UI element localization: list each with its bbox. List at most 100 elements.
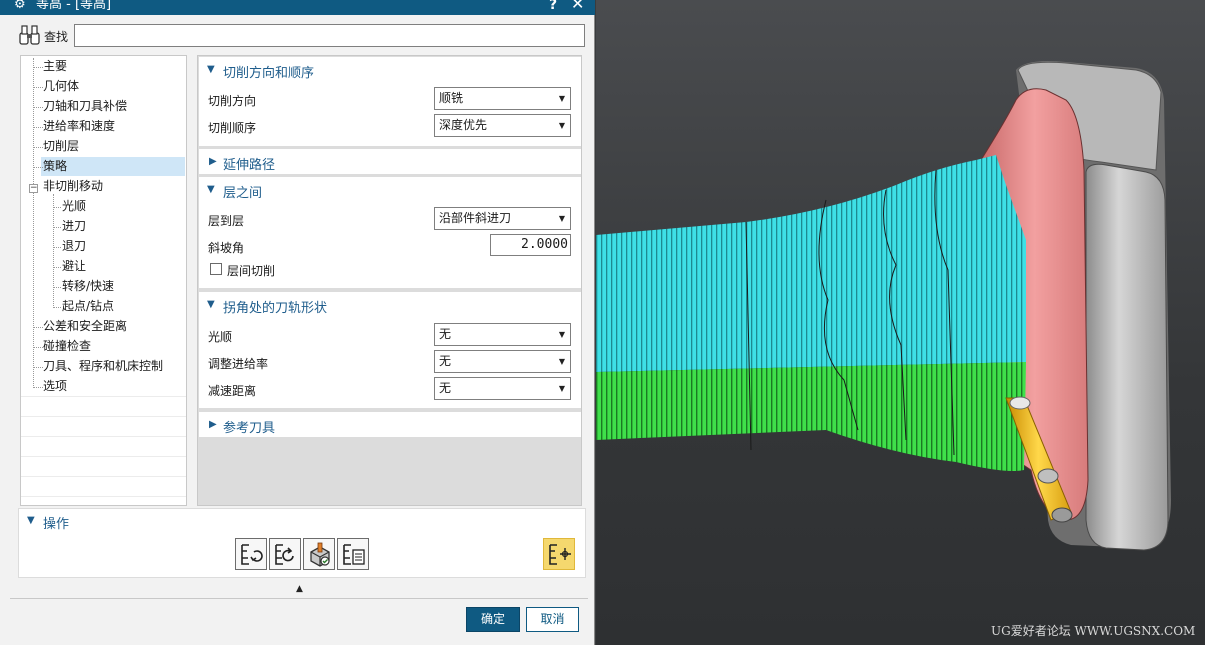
tree-guide (33, 327, 43, 328)
search-label: 查找 (44, 30, 69, 44)
verify-icon (310, 542, 330, 567)
nav-item-cut-levels[interactable]: 切削层 (43, 137, 79, 156)
tree-guide (33, 87, 43, 88)
tree-guide (53, 267, 61, 268)
tool-shank-end (1051, 507, 1073, 523)
section-header[interactable]: ▼ 切削方向和顺序 (199, 57, 581, 83)
chevron-down-icon: ▼ (558, 357, 565, 366)
expand-down-icon: ▼ (207, 299, 215, 310)
adjust-feed-select[interactable]: 无 ▼ (434, 350, 571, 373)
nav-item-collision-check[interactable]: 碰撞检查 (43, 337, 91, 356)
nav-item-options[interactable]: 选项 (43, 377, 67, 396)
section-header[interactable]: ▼ 拐角处的刀轨形状 (199, 292, 581, 318)
nav-item-non-cutting-moves[interactable]: 非切削移动 (43, 177, 103, 196)
nav-item-smoothing[interactable]: 光顺 (62, 197, 86, 216)
field-label: 切削顺序 (208, 121, 257, 135)
collapse-toggle[interactable]: − (29, 184, 38, 193)
slowdown-distance-select[interactable]: 无 ▼ (434, 377, 571, 400)
nav-item-main[interactable]: 主要 (43, 57, 67, 76)
navigation-tree: − 主要 几何体 刀轴和刀具补偿 进给率和速度 切削层 策略 非切削移动 光顺 … (20, 55, 187, 506)
section-title: 延伸路径 (223, 158, 276, 173)
close-button[interactable]: ✕ (571, 0, 584, 12)
collapse-up-icon[interactable]: ▲ (296, 584, 303, 594)
list-button[interactable] (337, 538, 369, 570)
field-label: 斜坡角 (208, 241, 245, 255)
title-bar: ⚙ 等高 - [等高] ? ✕ (0, 0, 595, 15)
toolpath-cyan (596, 155, 1026, 372)
search-row: 查找 (18, 24, 588, 48)
replay-button[interactable] (269, 538, 301, 570)
section-extend-path: ▶ 延伸路径 (199, 149, 581, 174)
tree-guide (53, 307, 61, 308)
nav-item-strategy[interactable]: 策略 (43, 157, 67, 176)
expand-right-icon: ▶ (209, 156, 217, 167)
chevron-down-icon: ▼ (558, 214, 565, 223)
nav-item-feeds-speeds[interactable]: 进给率和速度 (43, 117, 115, 136)
inter-level-cut-checkbox[interactable] (210, 263, 222, 275)
cut-direction-select[interactable]: 顺铣 ▼ (434, 87, 571, 110)
select-value: 无 (439, 354, 452, 368)
nav-item-tool-program-machine[interactable]: 刀具、程序和机床控制 (43, 357, 163, 376)
tool-shank (1037, 468, 1059, 484)
chevron-down-icon: ▼ (558, 330, 565, 339)
smoothing-select[interactable]: 无 ▼ (434, 323, 571, 346)
expand-down-icon: ▼ (207, 184, 215, 195)
list-icon (343, 544, 365, 565)
tree-guide (33, 387, 43, 388)
cut-order-select[interactable]: 深度优先 ▼ (434, 114, 571, 137)
search-input[interactable] (74, 24, 585, 47)
level-to-level-select[interactable]: 沿部件斜进刀 ▼ (434, 207, 571, 230)
nav-item-start-drill-points[interactable]: 起点/钻点 (62, 297, 114, 316)
expand-down-icon[interactable]: ▼ (27, 515, 35, 526)
tree-guide (33, 107, 43, 108)
tree-guide (53, 247, 61, 248)
nav-item-avoidance[interactable]: 避让 (62, 257, 86, 276)
watermark-text: UG爱好者论坛 WWW.UGSNX.COM (991, 624, 1196, 638)
toolpath-green (596, 362, 1026, 471)
section-title: 层之间 (223, 186, 263, 201)
tree-guide (53, 287, 61, 288)
select-value: 无 (439, 381, 452, 395)
gear-icon: ⚙ (14, 0, 26, 12)
tool-holder-tip (1009, 396, 1031, 410)
select-value: 深度优先 (439, 118, 488, 132)
row-divider (21, 416, 186, 417)
graphics-viewport[interactable]: UG爱好者论坛 WWW.UGSNX.COM (596, 0, 1205, 645)
section-reference-tool: ▶ 参考刀具 (199, 412, 581, 437)
operation-dialog: ⚙ 等高 - [等高] ? ✕ 查找 − 主要 几何体 刀轴和刀具补偿 进给率和… (0, 0, 595, 645)
generate-button[interactable] (235, 538, 267, 570)
nav-item-tolerance[interactable]: 公差和安全距离 (43, 317, 127, 336)
select-value: 顺铣 (439, 91, 464, 105)
operations-group: ▼ 操作 (18, 508, 586, 578)
section-title: 参考刀具 (223, 421, 276, 436)
cancel-button[interactable]: 取消 (526, 607, 579, 632)
replay-icon (275, 544, 294, 565)
verify-button[interactable] (303, 538, 335, 570)
nav-item-engage[interactable]: 进刀 (62, 217, 86, 236)
operations-title: 操作 (43, 517, 70, 532)
tree-guide (33, 367, 43, 368)
section-title: 拐角处的刀轨形状 (223, 301, 328, 316)
row-divider (21, 436, 186, 437)
ok-button[interactable]: 确定 (466, 607, 520, 632)
section-header[interactable]: ▶ 延伸路径 (199, 149, 581, 175)
field-label: 光顺 (208, 330, 233, 344)
chevron-down-icon: ▼ (558, 384, 565, 393)
select-value: 无 (439, 327, 452, 341)
help-button[interactable]: ? (549, 0, 557, 13)
nav-item-geometry[interactable]: 几何体 (43, 77, 79, 96)
nav-item-retract[interactable]: 退刀 (62, 237, 86, 256)
section-corner-shape: ▼ 拐角处的刀轨形状 光顺 无 ▼ 调整进给率 无 ▼ 减速距离 无 ▼ (199, 292, 581, 408)
chevron-down-icon: ▼ (558, 94, 565, 103)
flange-front (1085, 163, 1169, 551)
ramp-angle-input[interactable]: 2.0000 (490, 234, 571, 256)
generate-icon (241, 544, 263, 565)
tree-guide (33, 147, 43, 148)
section-header[interactable]: ▼ 层之间 (199, 177, 581, 203)
row-divider (21, 396, 186, 397)
nav-item-transfer-rapid[interactable]: 转移/快速 (62, 277, 114, 296)
nav-item-tool-axis[interactable]: 刀轴和刀具补偿 (43, 97, 127, 116)
edit-display-button[interactable] (543, 538, 575, 570)
row-divider (21, 476, 186, 477)
section-header[interactable]: ▶ 参考刀具 (199, 412, 581, 438)
